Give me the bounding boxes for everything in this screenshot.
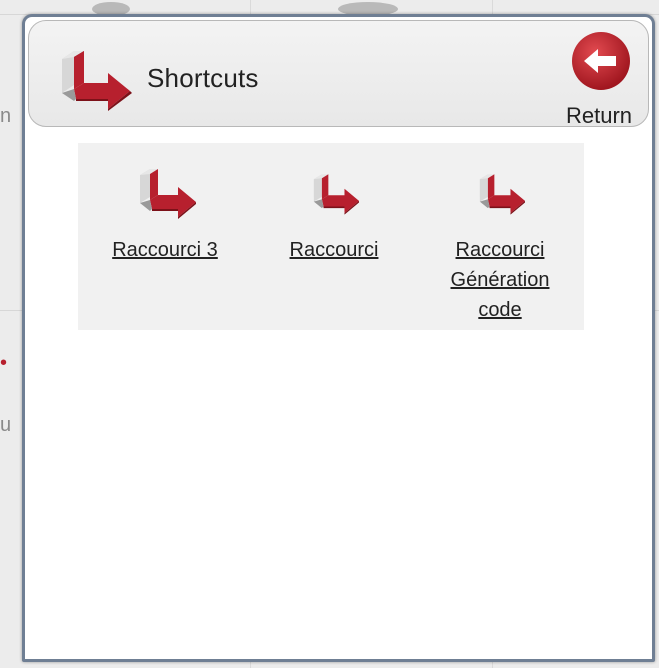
shortcut-raccourci[interactable]: Raccourci <box>276 169 392 265</box>
shortcut-arrow-icon <box>140 169 196 219</box>
shortcuts-popup: Shortcuts Return Raccourci 3 Raccourci R… <box>22 14 655 662</box>
background-text-fragment: u <box>0 414 10 436</box>
page-title: Shortcuts <box>147 63 259 93</box>
shortcut-label-line[interactable]: code <box>435 295 565 325</box>
background-text-fragment: n <box>0 105 10 127</box>
shortcut-raccourci-3[interactable]: Raccourci 3 <box>97 163 233 265</box>
back-arrow-icon <box>572 32 630 90</box>
shortcut-label-line[interactable]: Raccourci <box>435 235 565 265</box>
shortcut-label-line[interactable]: Génération <box>435 265 565 295</box>
popup-header: Shortcuts Return <box>28 20 649 128</box>
shortcut-label[interactable]: Raccourci <box>276 235 392 265</box>
shortcut-label[interactable]: Raccourci Génération code <box>435 235 565 325</box>
background-text-fragment: • <box>0 352 8 374</box>
shortcut-arrow-icon <box>313 174 359 215</box>
shortcut-arrow-icon <box>479 174 525 215</box>
shortcuts-panel: Raccourci 3 Raccourci Raccourci Générati… <box>78 143 584 330</box>
shortcut-raccourci-generation-code[interactable]: Raccourci Génération code <box>435 169 565 325</box>
shortcut-arrow-icon <box>62 51 132 111</box>
return-label: Return <box>565 103 633 128</box>
shortcut-label[interactable]: Raccourci 3 <box>97 235 233 265</box>
return-button[interactable]: Return <box>559 27 641 128</box>
